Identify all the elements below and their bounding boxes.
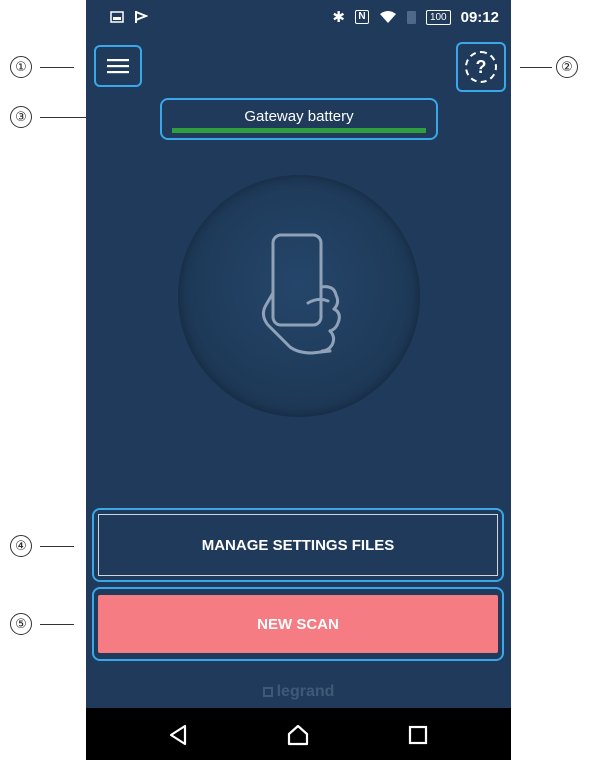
new-scan-highlight: NEW SCAN — [92, 587, 504, 661]
gateway-battery-fill — [172, 128, 426, 133]
menu-icon — [107, 59, 129, 74]
help-icon: ? — [465, 51, 497, 83]
hand-phone-icon — [261, 233, 341, 355]
legrand-logo-mark — [262, 687, 273, 697]
nav-home-button[interactable] — [278, 720, 318, 750]
help-button[interactable]: ? — [456, 42, 506, 92]
nfc-icon: N — [354, 10, 369, 24]
callout-4: ④ — [10, 535, 32, 557]
status-left — [110, 10, 148, 24]
callout-5-leader — [40, 624, 74, 625]
callout-1: ① — [10, 56, 32, 78]
legrand-logo: legrand — [86, 683, 511, 701]
gateway-battery-label: Gateway battery — [244, 108, 354, 125]
callout-4-leader — [40, 546, 74, 547]
scan-illustration — [178, 175, 420, 417]
flag-notification-icon — [135, 11, 148, 23]
gateway-battery-indicator: Gateway battery — [160, 98, 438, 140]
clock: 09:12 — [460, 8, 499, 26]
callout-1-leader — [40, 67, 74, 68]
callout-3: ③ — [10, 106, 32, 128]
callout-2: ② — [556, 56, 578, 78]
status-bar: ✱ N 100 09:12 — [86, 0, 511, 40]
callout-2-leader — [520, 67, 552, 68]
nav-recents-button[interactable] — [398, 720, 438, 750]
back-icon — [169, 724, 187, 746]
android-nav-bar — [86, 708, 511, 760]
bluetooth-icon: ✱ — [332, 9, 345, 26]
manage-settings-highlight: MANAGE SETTINGS FILES — [92, 508, 504, 582]
sim-icon — [406, 10, 416, 24]
manage-settings-files-button[interactable]: MANAGE SETTINGS FILES — [98, 514, 498, 576]
nav-back-button[interactable] — [158, 720, 198, 750]
home-icon — [287, 724, 309, 746]
gateway-battery-bar — [172, 128, 426, 133]
phone-screen: ✱ N 100 09:12 ? Gateway battery MANAGE S… — [86, 0, 511, 760]
callout-5: ⑤ — [10, 613, 32, 635]
image-notification-icon — [110, 11, 124, 23]
menu-button[interactable] — [94, 45, 142, 87]
battery-status-text: 100 — [425, 9, 451, 25]
legrand-logo-text: legrand — [276, 683, 335, 700]
status-right: ✱ N 100 09:12 — [332, 8, 499, 27]
recents-icon — [408, 725, 428, 745]
wifi-icon — [379, 11, 396, 23]
new-scan-button[interactable]: NEW SCAN — [98, 595, 498, 653]
